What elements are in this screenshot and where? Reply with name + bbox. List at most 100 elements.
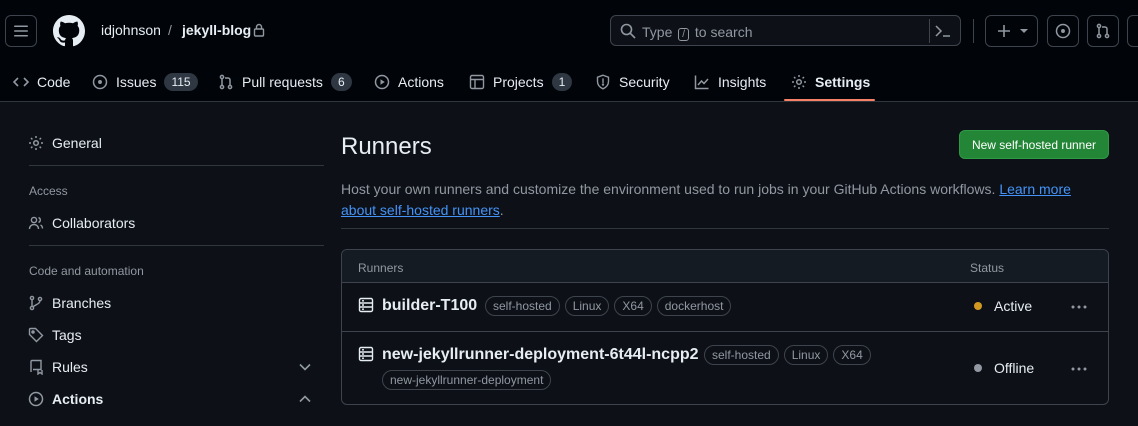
tab-actions-label: Actions — [398, 74, 444, 90]
search-divider — [929, 19, 930, 43]
gear-icon — [792, 75, 806, 89]
issue-opened-icon — [92, 74, 108, 90]
runner-label: self-hosted — [704, 345, 779, 365]
tab-settings[interactable]: Settings — [791, 62, 870, 102]
tab-insights[interactable]: Insights — [694, 62, 766, 102]
sidebar-item-label: Branches — [52, 295, 112, 311]
repo-push-icon — [30, 359, 43, 375]
search-shortcut-key: / — [678, 28, 690, 41]
sidebar-item-actions[interactable]: Actions — [28, 383, 312, 415]
your-pull-requests-button[interactable] — [1087, 15, 1119, 47]
page-title: Runners — [341, 133, 432, 160]
sidebar-item-rules[interactable]: Rules — [28, 351, 312, 383]
runners-table: Runners Status builder-T100 self-hosted … — [341, 249, 1109, 405]
breadcrumb-owner[interactable]: idjohnson — [101, 22, 161, 38]
play-icon — [28, 391, 44, 407]
sidebar-item-label: Actions — [52, 391, 104, 407]
sidebar-item-collaborators[interactable]: Collaborators — [28, 207, 312, 239]
plus-icon — [997, 25, 1010, 37]
people-icon — [28, 216, 44, 230]
table-row: new-jekyllrunner-deployment-6t44l-ncpp2 … — [342, 333, 1108, 404]
search-icon — [620, 23, 636, 39]
new-self-hosted-runner-button[interactable]: New self-hosted runner — [959, 130, 1109, 159]
inbox-button[interactable] — [1127, 15, 1138, 47]
chevron-up-icon[interactable] — [298, 392, 312, 406]
menu-button[interactable] — [5, 15, 37, 47]
search-placeholder: Type / to search — [642, 24, 753, 41]
column-header-runners: Runners — [358, 261, 404, 275]
lock-icon — [253, 23, 265, 37]
runner-name[interactable]: builder-T100 — [382, 297, 477, 315]
runner-labels: self-hosted Linux X64 — [704, 345, 871, 365]
tab-code-label: Code — [37, 74, 71, 90]
pull-request-icon — [219, 74, 233, 90]
tab-projects-label: Projects — [493, 74, 544, 90]
tab-insights-label: Insights — [718, 74, 767, 90]
triangle-down-icon — [1019, 29, 1028, 33]
runners-table-header: Runners Status — [342, 250, 1108, 283]
gear-icon — [29, 136, 43, 150]
status-text: Offline — [994, 360, 1035, 376]
sidebar-heading-access: Access — [29, 184, 68, 198]
description-period: . — [499, 202, 504, 218]
tab-code[interactable]: Code — [13, 62, 70, 102]
description-text: Host your own runners and customize the … — [341, 181, 996, 197]
search-placeholder-prefix: Type — [642, 24, 673, 40]
sidebar-item-branches[interactable]: Branches — [28, 287, 312, 319]
projects-counter: 1 — [551, 73, 573, 91]
runner-labels: self-hosted Linux X64 dockerhost — [485, 296, 732, 316]
table-row: builder-T100 self-hosted Linux X64 docke… — [342, 283, 1108, 332]
kebab-horizontal-icon[interactable] — [1070, 361, 1088, 377]
runner-label: X64 — [833, 345, 871, 365]
repo-nav: Code Issues 115 Pull requests 6 Actions … — [0, 62, 1138, 102]
tab-issues-label: Issues — [116, 74, 157, 90]
status-dot-offline — [974, 364, 982, 372]
runner-labels-line2: new-jekyllrunner-deployment — [382, 370, 552, 390]
kebab-horizontal-icon[interactable] — [1070, 299, 1088, 315]
sidebar-item-label: General — [52, 135, 102, 151]
create-new-button[interactable] — [985, 15, 1038, 47]
sidebar-item-general[interactable]: General — [28, 127, 312, 159]
search-input[interactable]: Type / to search — [610, 15, 961, 46]
section-divider — [341, 228, 1109, 229]
status-text: Active — [994, 298, 1033, 314]
runner-label: self-hosted — [485, 296, 560, 316]
app-header: idjohnson / jekyll-blog Type / to search… — [0, 0, 1138, 102]
github-logo-icon[interactable] — [53, 15, 85, 47]
tab-security-label: Security — [619, 74, 670, 90]
breadcrumb-repo[interactable]: jekyll-blog — [182, 22, 251, 38]
header-divider — [973, 19, 974, 43]
your-issues-button[interactable] — [1047, 15, 1079, 47]
command-palette-icon[interactable] — [934, 23, 952, 39]
issue-opened-icon — [1055, 23, 1071, 39]
tab-issues[interactable]: Issues 115 — [92, 62, 198, 102]
tag-icon — [28, 327, 44, 343]
tab-projects[interactable]: Projects 1 — [469, 62, 573, 102]
search-placeholder-suffix: to search — [694, 24, 753, 40]
sidebar-item-label: Tags — [52, 327, 82, 343]
sidebar-divider — [29, 165, 324, 166]
breadcrumb-separator: / — [168, 22, 172, 38]
tab-pull-requests[interactable]: Pull requests 6 — [218, 62, 352, 102]
code-icon — [13, 77, 29, 87]
tab-actions[interactable]: Actions — [374, 62, 444, 102]
runner-name[interactable]: new-jekyllrunner-deployment-6t44l-ncpp2 — [382, 346, 699, 364]
runner-label: Linux — [783, 345, 829, 365]
chevron-down-icon[interactable] — [298, 360, 312, 374]
git-branch-icon — [29, 295, 43, 311]
sidebar-item-tags[interactable]: Tags — [28, 319, 312, 351]
runner-label: new-jekyllrunner-deployment — [382, 370, 552, 390]
issues-counter: 115 — [164, 73, 198, 91]
runner-status: Active — [974, 298, 1032, 314]
tab-pull-requests-label: Pull requests — [242, 74, 323, 90]
graph-icon — [694, 75, 709, 90]
server-icon — [358, 297, 374, 313]
sidebar-heading-code-automation: Code and automation — [29, 264, 144, 278]
tab-settings-label: Settings — [815, 74, 871, 90]
hamburger-icon — [14, 25, 28, 37]
shield-icon — [596, 74, 610, 90]
tab-security[interactable]: Security — [595, 62, 670, 102]
sidebar-item-label: Rules — [52, 359, 88, 375]
sidebar-divider — [29, 245, 324, 246]
table-icon — [469, 74, 485, 90]
